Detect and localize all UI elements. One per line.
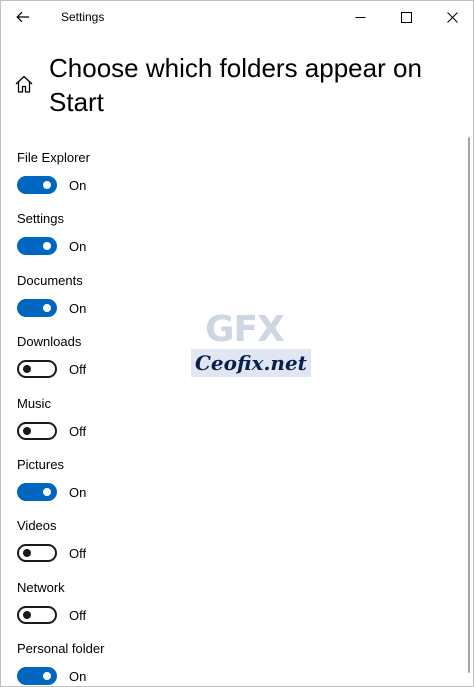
back-button[interactable] (7, 3, 39, 31)
page-title: Choose which folders appear on Start (49, 53, 422, 117)
music-toggle[interactable] (17, 421, 57, 440)
toggle-knob (43, 487, 51, 496)
home-icon (15, 75, 33, 93)
folder-label: Personal folder (17, 641, 105, 657)
personal-folder-toggle[interactable] (17, 667, 57, 686)
folder-item-pictures: Pictures On (17, 456, 437, 517)
folder-item-file-explorer: File Explorer On (17, 149, 437, 210)
toggle-knob (23, 365, 31, 374)
toggle-state-label: Off (69, 607, 87, 623)
settings-window: Settings Choose which folders appear on … (0, 0, 474, 687)
folder-toggle-list: File Explorer On Settings On Documents O… (17, 149, 437, 686)
toggle-knob (23, 549, 31, 558)
folder-item-network: Network Off (17, 579, 437, 640)
folder-label: File Explorer (17, 150, 90, 165)
toggle-knob (23, 426, 31, 435)
watermark-logo: GFX Ceofix.net (187, 307, 311, 383)
toggle-knob (43, 242, 51, 251)
folder-label: Documents (17, 272, 83, 288)
toggle-state-label: On (69, 484, 87, 500)
toggle-knob (43, 181, 51, 189)
watermark-text: Ceofix.net (191, 349, 311, 377)
folder-item-music: Music Off (17, 395, 437, 456)
minimize-button[interactable] (337, 1, 383, 33)
toggle-state-label: Off (69, 362, 87, 378)
toggle-state-label: Off (69, 546, 87, 562)
app-title: Settings (61, 10, 105, 24)
file-explorer-toggle[interactable] (17, 176, 57, 194)
maximize-icon (400, 11, 412, 23)
vertical-scrollbar[interactable] (468, 137, 470, 673)
home-button[interactable] (13, 73, 37, 97)
folder-label: Downloads (17, 334, 82, 350)
folder-label: Pictures (17, 456, 64, 472)
toggle-state-label: On (69, 300, 87, 316)
toggle-state-label: On (69, 178, 87, 193)
folder-label: Settings (17, 211, 64, 227)
toggle-knob (23, 610, 31, 619)
folder-item-personal-folder: Personal folder On (17, 640, 437, 686)
folder-label: Videos (17, 518, 57, 534)
title-bar: Settings (1, 1, 473, 33)
toggle-knob (43, 303, 51, 312)
minimize-icon (355, 16, 365, 18)
network-toggle[interactable] (17, 605, 57, 624)
toggle-state-label: On (69, 669, 87, 685)
close-button[interactable] (429, 1, 473, 33)
documents-toggle[interactable] (17, 298, 57, 317)
folder-item-videos: Videos Off (17, 517, 437, 578)
toggle-knob (43, 672, 51, 681)
toggle-state-label: On (69, 239, 87, 255)
watermark-logo-letters: GFX (205, 309, 285, 350)
folder-item-settings: Settings On (17, 210, 437, 271)
folder-label: Music (17, 395, 51, 411)
folder-label: Network (17, 579, 65, 595)
videos-toggle[interactable] (17, 544, 57, 563)
downloads-toggle[interactable] (17, 360, 57, 379)
close-icon (446, 11, 458, 23)
toggle-state-label: Off (69, 423, 87, 439)
settings-toggle[interactable] (17, 237, 57, 256)
back-arrow-icon (16, 11, 29, 23)
pictures-toggle[interactable] (17, 482, 57, 501)
maximize-button[interactable] (383, 1, 429, 33)
